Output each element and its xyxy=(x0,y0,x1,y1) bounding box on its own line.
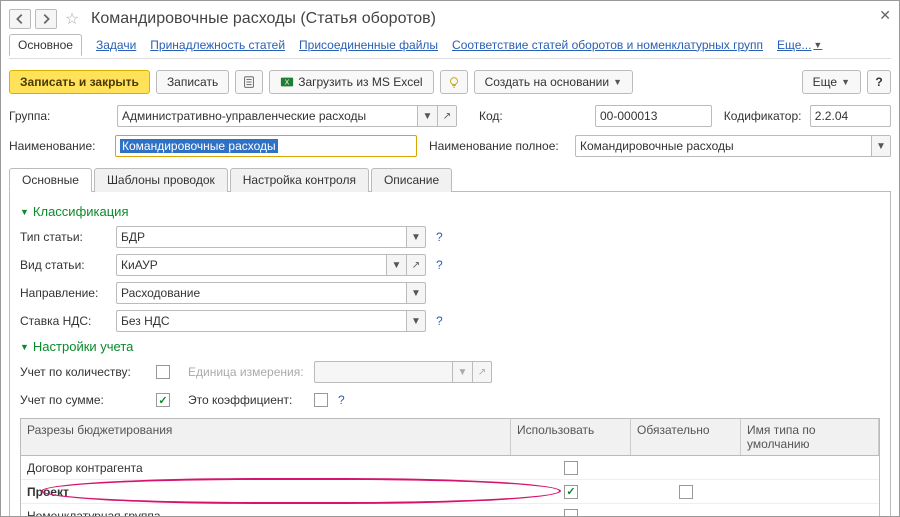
use-checkbox[interactable]: ✓ xyxy=(564,485,578,499)
table-row[interactable]: Номенклатурная группа xyxy=(21,504,879,517)
section-accounting[interactable]: ▼ Настройки учета xyxy=(20,339,880,354)
more-actions-button[interactable]: Еще▼ xyxy=(802,70,861,94)
label-code: Код: xyxy=(479,109,509,123)
nav-link-affiliation[interactable]: Принадлежность статей xyxy=(150,38,285,52)
create-based-on-button[interactable]: Создать на основании▼ xyxy=(474,70,633,94)
fullname-input[interactable]: Командировочные расходы xyxy=(575,135,871,157)
tab-control[interactable]: Настройка контроля xyxy=(230,168,369,192)
chevron-down-icon: ▼ xyxy=(20,207,29,217)
label-codificator: Кодификатор: xyxy=(724,109,804,123)
chevron-down-icon: ▼ xyxy=(20,342,29,352)
col-default-type: Имя типа по умолчанию xyxy=(741,419,879,455)
use-checkbox[interactable] xyxy=(564,509,578,517)
name-input[interactable]: Командировочные расходы xyxy=(115,135,417,157)
code-input[interactable]: 00-000013 xyxy=(595,105,712,127)
unit-input xyxy=(314,361,452,383)
label-unit: Единица измерения: xyxy=(188,365,308,379)
article-kind-dropdown-icon[interactable]: ▼ xyxy=(386,254,406,276)
svg-text:X: X xyxy=(285,80,290,87)
nav-link-tasks[interactable]: Задачи xyxy=(96,38,136,52)
col-required: Обязательно xyxy=(631,419,741,455)
sum-accounting-checkbox[interactable]: ✓ xyxy=(156,393,170,407)
load-from-excel-button[interactable]: X Загрузить из MS Excel xyxy=(269,70,433,94)
page-title: Командировочные расходы (Статья оборотов… xyxy=(91,10,436,28)
label-article-type: Тип статьи: xyxy=(20,230,110,244)
help-type-icon[interactable]: ? xyxy=(436,230,443,244)
help-vat-icon[interactable]: ? xyxy=(436,314,443,328)
label-direction: Направление: xyxy=(20,286,110,300)
vat-rate-input[interactable]: Без НДС xyxy=(116,310,406,332)
nav-back-button[interactable] xyxy=(9,9,31,29)
label-fullname: Наименование полное: xyxy=(429,139,569,153)
save-button[interactable]: Записать xyxy=(156,70,229,94)
use-checkbox[interactable] xyxy=(564,461,578,475)
table-row[interactable]: Проект ✓ xyxy=(21,480,879,504)
article-kind-open-icon[interactable]: ↗ xyxy=(406,254,426,276)
help-coef-icon[interactable]: ? xyxy=(338,393,345,407)
col-use: Использовать xyxy=(511,419,631,455)
direction-dropdown-icon[interactable]: ▼ xyxy=(406,282,426,304)
label-vat-rate: Ставка НДС: xyxy=(20,314,110,328)
fullname-dropdown-icon[interactable]: ▼ xyxy=(871,135,891,157)
article-kind-input[interactable]: КиАУР xyxy=(116,254,386,276)
col-dimensions: Разрезы бюджетирования xyxy=(21,419,511,455)
label-name: Наименование: xyxy=(9,139,109,153)
tab-description[interactable]: Описание xyxy=(371,168,452,192)
group-open-icon[interactable]: ↗ xyxy=(437,105,457,127)
label-sum-accounting: Учет по сумме: xyxy=(20,393,150,407)
nav-link-more[interactable]: Еще...▼ xyxy=(777,38,822,52)
vat-rate-dropdown-icon[interactable]: ▼ xyxy=(406,310,426,332)
save-and-close-button[interactable]: Записать и закрыть xyxy=(9,70,150,94)
article-type-dropdown-icon[interactable]: ▼ xyxy=(406,226,426,248)
help-button[interactable]: ? xyxy=(867,70,891,94)
budget-dimensions-table: Разрезы бюджетирования Использовать Обяз… xyxy=(20,418,880,517)
unit-open-icon: ↗ xyxy=(472,361,492,383)
codificator-input[interactable]: 2.2.04 xyxy=(810,105,891,127)
group-input[interactable]: Административно-управленческие расходы xyxy=(117,105,417,127)
required-checkbox[interactable] xyxy=(679,485,693,499)
help-kind-icon[interactable]: ? xyxy=(436,258,443,272)
qty-accounting-checkbox[interactable] xyxy=(156,365,170,379)
group-dropdown-icon[interactable]: ▼ xyxy=(417,105,437,127)
hint-icon-button[interactable] xyxy=(440,70,468,94)
label-coefficient: Это коэффициент: xyxy=(188,393,308,407)
direction-input[interactable]: Расходование xyxy=(116,282,406,304)
favorite-star-icon[interactable]: ☆ xyxy=(61,8,83,30)
nav-tab-main[interactable]: Основное xyxy=(9,34,82,56)
nav-forward-button[interactable] xyxy=(35,9,57,29)
tab-templates[interactable]: Шаблоны проводок xyxy=(94,168,228,192)
section-classification[interactable]: ▼ Классификация xyxy=(20,204,880,219)
coefficient-checkbox[interactable] xyxy=(314,393,328,407)
nav-link-correspondence[interactable]: Соответствие статей оборотов и номенклат… xyxy=(452,38,763,52)
table-row[interactable]: Договор контрагента xyxy=(21,456,879,480)
label-group: Группа: xyxy=(9,109,55,123)
close-icon[interactable]: ✕ xyxy=(879,7,891,24)
report-icon-button[interactable] xyxy=(235,70,263,94)
unit-dropdown-icon: ▼ xyxy=(452,361,472,383)
nav-link-attachments[interactable]: Присоединенные файлы xyxy=(299,38,438,52)
article-type-input[interactable]: БДР xyxy=(116,226,406,248)
tab-main[interactable]: Основные xyxy=(9,168,92,192)
label-qty-accounting: Учет по количеству: xyxy=(20,365,150,379)
label-article-kind: Вид статьи: xyxy=(20,258,110,272)
